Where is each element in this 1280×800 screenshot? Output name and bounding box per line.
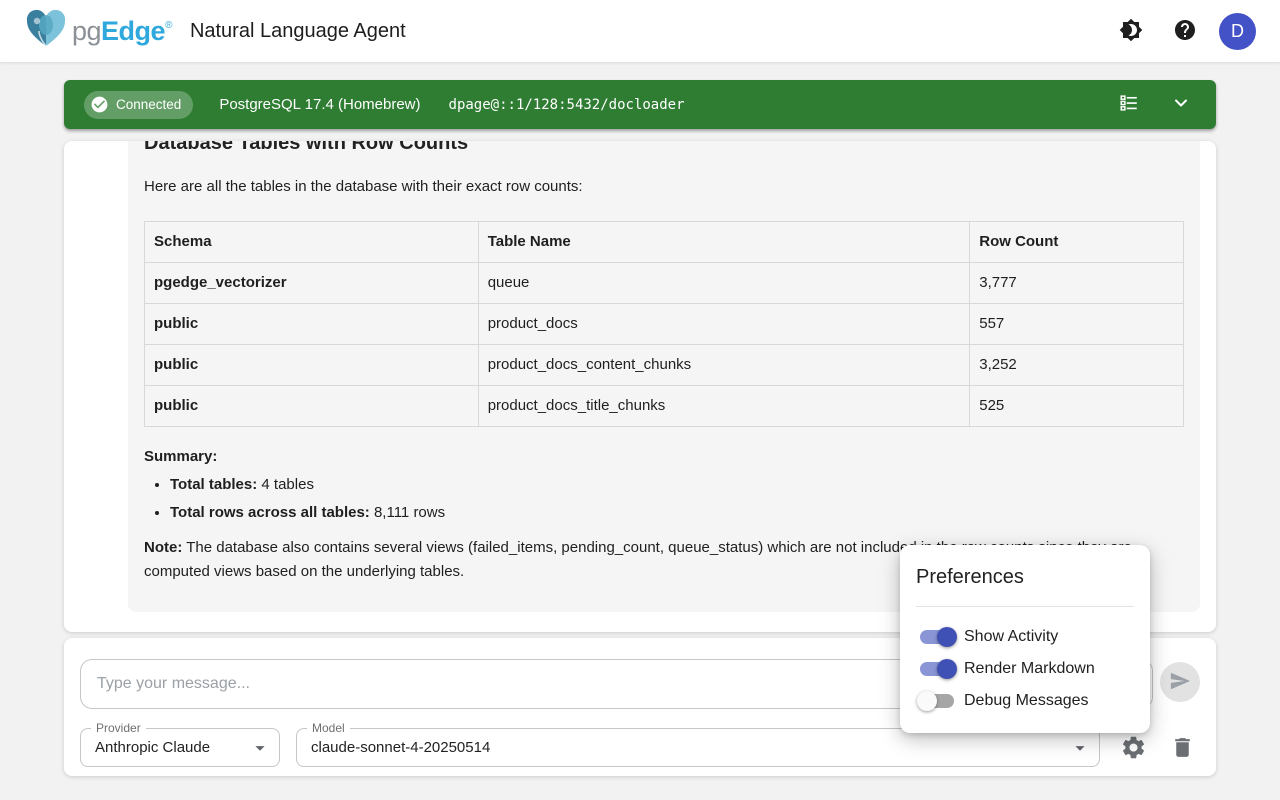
check-circle-icon: [90, 95, 109, 114]
assistant-message-bubble: Database Tables with Row Counts Here are…: [128, 141, 1200, 612]
divider: [916, 606, 1134, 607]
dropdown-arrow-icon: [1069, 737, 1091, 759]
preference-render-markdown: Render Markdown: [916, 653, 1134, 685]
show-activity-toggle[interactable]: [920, 630, 954, 644]
connection-status-badge: Connected: [84, 91, 193, 119]
help-icon: [1173, 18, 1197, 45]
model-select[interactable]: Model claude-sonnet-4-20250514: [296, 728, 1100, 767]
brightness-icon: [1119, 18, 1143, 45]
message-intro: Here are all the tables in the database …: [144, 175, 1184, 199]
model-select-label: Model: [307, 721, 350, 735]
table-row: public product_docs 557: [145, 304, 1184, 345]
pgedge-wordmark: pgEdge®: [72, 16, 172, 47]
user-avatar[interactable]: D: [1219, 13, 1256, 50]
debug-messages-toggle[interactable]: [920, 694, 954, 708]
page-title: Natural Language Agent: [190, 20, 406, 43]
table-header-row: Schema Table Name Row Count: [145, 222, 1184, 263]
provider-select-label: Provider: [91, 721, 146, 735]
chevron-down-icon: [1171, 93, 1191, 116]
preferences-button[interactable]: [1115, 731, 1151, 767]
connection-expand-button[interactable]: [1166, 90, 1196, 120]
render-markdown-toggle[interactable]: [920, 662, 954, 676]
column-header-row-count: Row Count: [970, 222, 1184, 263]
preference-debug-messages: Debug Messages: [916, 685, 1134, 717]
message-heading: Database Tables with Row Counts: [144, 141, 1184, 155]
clear-chat-button[interactable]: [1164, 731, 1200, 767]
send-icon: [1169, 670, 1191, 695]
gear-icon: [1120, 734, 1147, 764]
table-row: public product_docs_content_chunks 3,252: [145, 345, 1184, 386]
pgedge-logo-mark-icon: [24, 9, 68, 54]
list-item: Total tables: 4 tables: [170, 474, 1184, 495]
pgedge-logo: pgEdge®: [24, 9, 172, 54]
connection-string: dpage@::1/128:5432/docloader: [449, 97, 685, 113]
model-select-value: claude-sonnet-4-20250514: [311, 739, 1069, 756]
provider-select[interactable]: Provider Anthropic Claude: [80, 728, 280, 767]
list-item: Total rows across all tables: 8,111 rows: [170, 502, 1184, 523]
preferences-popup: Preferences Show Activity Render Markdow…: [900, 545, 1150, 733]
column-header-schema: Schema: [145, 222, 479, 263]
summary-list: Total tables: 4 tables Total rows across…: [170, 474, 1184, 523]
table-row: pgedge_vectorizer queue 3,777: [145, 263, 1184, 304]
row-counts-table: Schema Table Name Row Count pgedge_vecto…: [144, 221, 1184, 427]
dark-mode-toggle-button[interactable]: [1111, 11, 1151, 51]
send-button[interactable]: [1160, 662, 1200, 702]
help-button[interactable]: [1165, 11, 1205, 51]
summary-heading: Summary:: [144, 448, 1184, 465]
preferences-title: Preferences: [916, 563, 1134, 591]
app-header: pgEdge® Natural Language Agent D: [0, 0, 1280, 63]
column-header-table-name: Table Name: [478, 222, 970, 263]
app-window: pgEdge® Natural Language Agent D: [0, 0, 1280, 800]
trash-icon: [1170, 735, 1195, 763]
dropdown-arrow-icon: [249, 737, 271, 759]
preference-show-activity: Show Activity: [916, 621, 1134, 653]
list-details-icon: [1118, 92, 1140, 117]
connection-status-label: Connected: [116, 97, 181, 112]
table-row: public product_docs_title_chunks 525: [145, 386, 1184, 427]
server-version-label: PostgreSQL 17.4 (Homebrew): [219, 96, 420, 113]
connection-bar[interactable]: Connected PostgreSQL 17.4 (Homebrew) dpa…: [64, 80, 1216, 129]
provider-select-value: Anthropic Claude: [95, 739, 249, 756]
connection-details-button[interactable]: [1114, 90, 1144, 120]
